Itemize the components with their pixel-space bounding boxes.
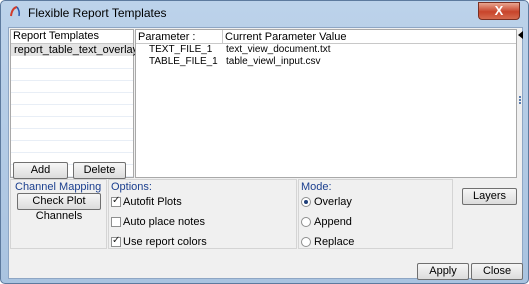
mode-group: Mode: Overlay Append Replace xyxy=(298,179,453,249)
collapse-arrow-icon[interactable] xyxy=(518,31,523,39)
app-icon xyxy=(10,6,20,17)
column-header-parameter[interactable]: Parameter : xyxy=(138,31,195,43)
window-title: Flexible Report Templates xyxy=(28,6,167,20)
parameter-value[interactable]: text_view_document.txt xyxy=(226,44,331,56)
title-bar: Flexible Report Templates X xyxy=(1,1,528,25)
table-row[interactable]: TABLE_FILE_1 table_viewl_input.csv xyxy=(136,56,516,68)
parameters-header: Parameter : Current Parameter Value xyxy=(136,30,516,44)
append-radio[interactable] xyxy=(301,217,311,227)
delete-template-button[interactable]: Delete xyxy=(73,162,126,179)
options-group: Options: Autofit Plots Auto place notes … xyxy=(108,179,297,249)
list-grid xyxy=(11,57,133,177)
close-button[interactable]: Close xyxy=(471,263,523,280)
channel-mapping-title: Channel Mapping xyxy=(15,181,102,193)
append-label[interactable]: Append xyxy=(314,216,352,228)
column-header-value[interactable]: Current Parameter Value xyxy=(225,31,346,43)
mode-title: Mode: xyxy=(301,181,332,193)
side-panel-handle[interactable] xyxy=(518,29,523,178)
column-divider[interactable] xyxy=(222,30,223,43)
drag-handle-icon[interactable] xyxy=(519,96,521,104)
apply-button[interactable]: Apply xyxy=(417,263,469,280)
parameter-name: TABLE_FILE_1 xyxy=(149,56,218,67)
report-templates-header: Report Templates xyxy=(11,30,133,44)
overlay-radio[interactable] xyxy=(301,197,311,207)
parameter-name: TEXT_FILE_1 xyxy=(149,44,213,55)
auto-place-checkbox[interactable] xyxy=(111,217,121,227)
auto-place-label[interactable]: Auto place notes xyxy=(123,216,205,228)
overlay-label[interactable]: Overlay xyxy=(314,196,352,208)
options-title: Options: xyxy=(111,181,152,193)
layers-button[interactable]: Layers xyxy=(462,188,517,205)
channel-mapping-group: Channel Mapping Check Plot Channels xyxy=(10,179,107,249)
report-templates-list[interactable]: Report Templates report_table_text_overl… xyxy=(10,29,138,178)
list-item[interactable]: report_table_text_overlay xyxy=(11,44,138,56)
autofit-checkbox[interactable] xyxy=(111,195,121,207)
dialog-body: Report Templates report_table_text_overl… xyxy=(8,27,523,280)
replace-radio[interactable] xyxy=(301,237,311,247)
report-colors-label[interactable]: Use report colors xyxy=(123,236,207,248)
parameter-value[interactable]: table_viewl_input.csv xyxy=(226,56,321,68)
autofit-label[interactable]: Autofit Plots xyxy=(123,196,182,208)
table-row[interactable]: TEXT_FILE_1 text_view_document.txt xyxy=(136,44,516,56)
parameters-table: Parameter : Current Parameter Value TEXT… xyxy=(135,29,517,178)
report-colors-checkbox[interactable] xyxy=(111,235,121,247)
replace-label[interactable]: Replace xyxy=(314,236,354,248)
window-close-button[interactable]: X xyxy=(478,2,520,20)
check-plot-channels-button[interactable]: Check Plot Channels xyxy=(17,193,101,222)
add-template-button[interactable]: Add xyxy=(13,162,68,179)
dialog-window: Flexible Report Templates X Report Templ… xyxy=(0,0,529,284)
